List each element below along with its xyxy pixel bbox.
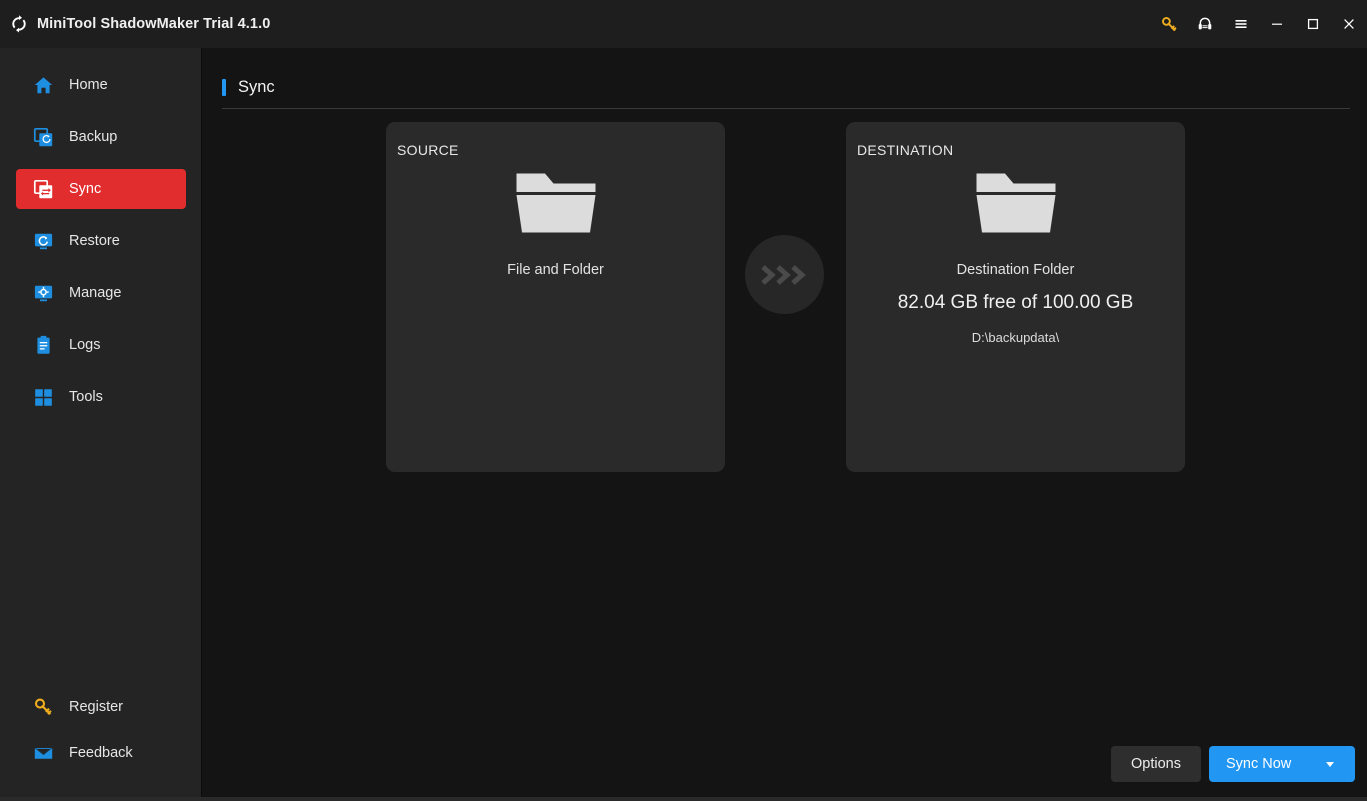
destination-panel[interactable]: DESTINATION Destination Folder 82.04 GB … <box>846 122 1185 472</box>
source-panel-heading: SOURCE <box>397 142 459 158</box>
sync-now-button-group: Sync Now <box>1209 746 1355 782</box>
sidebar-nav: Home Backup Sync Restore Manage Logs Too… <box>0 65 202 429</box>
backup-icon <box>32 126 54 148</box>
sync-direction-indicator <box>745 235 824 314</box>
maximize-button[interactable] <box>1295 0 1331 48</box>
sidebar-item-home[interactable]: Home <box>16 65 186 105</box>
app-window: MiniTool ShadowMaker Trial 4.1.0 Home Ba… <box>0 0 1367 801</box>
header-divider <box>222 108 1350 109</box>
sync-now-button[interactable]: Sync Now <box>1209 746 1305 782</box>
menu-button[interactable] <box>1223 0 1259 48</box>
sidebar-item-label: Manage <box>69 285 122 301</box>
page-accent-bar <box>222 79 226 96</box>
destination-panel-heading: DESTINATION <box>857 142 954 158</box>
headset-icon <box>1198 17 1212 30</box>
sync-panels: SOURCE File and Folder DESTINATION Desti… <box>203 122 1367 472</box>
window-title: MiniTool ShadowMaker Trial 4.1.0 <box>37 16 271 32</box>
source-panel-label: File and Folder <box>507 262 604 278</box>
sidebar-bottom-nav: Register Feedback <box>0 687 202 779</box>
destination-capacity-text: 82.04 GB free of 100.00 GB <box>897 292 1134 313</box>
sidebar-item-label: Home <box>69 77 108 93</box>
window-bottom-edge <box>0 797 1367 801</box>
sidebar: Home Backup Sync Restore Manage Logs Too… <box>0 48 202 801</box>
page-header: Sync <box>222 78 275 97</box>
key-icon <box>32 696 54 718</box>
destination-panel-label: Destination Folder <box>956 262 1075 278</box>
minimize-icon <box>1272 23 1282 25</box>
sidebar-item-label: Restore <box>69 233 120 249</box>
sidebar-item-manage[interactable]: Manage <box>16 273 186 313</box>
home-icon <box>32 74 54 96</box>
sidebar-item-logs[interactable]: Logs <box>16 325 186 365</box>
sidebar-item-tools[interactable]: Tools <box>16 377 186 417</box>
logs-icon <box>32 334 54 356</box>
sync-now-dropdown-button[interactable] <box>1305 746 1355 782</box>
footer-actions: Options Sync Now <box>1111 746 1355 782</box>
register-key-button[interactable] <box>1151 0 1187 48</box>
sidebar-item-label: Tools <box>69 389 103 405</box>
folder-icon <box>974 170 1058 236</box>
page-title: Sync <box>238 78 275 96</box>
sidebar-item-label: Logs <box>69 337 101 353</box>
sidebar-item-label: Feedback <box>69 745 133 761</box>
chevron-down-icon <box>1326 761 1334 767</box>
destination-path-text: D:\backupdata\ <box>971 330 1060 345</box>
title-bar[interactable]: MiniTool ShadowMaker Trial 4.1.0 <box>0 0 1367 48</box>
envelope-icon <box>32 742 54 764</box>
maximize-icon <box>1307 18 1319 30</box>
sidebar-item-sync[interactable]: Sync <box>16 169 186 209</box>
restore-icon <box>32 230 54 252</box>
hamburger-menu-icon <box>1235 20 1247 28</box>
sidebar-item-label: Register <box>69 699 123 715</box>
source-panel[interactable]: SOURCE File and Folder <box>386 122 725 472</box>
options-button[interactable]: Options <box>1111 746 1201 782</box>
close-button[interactable] <box>1331 0 1367 48</box>
sync-icon <box>32 178 54 200</box>
destination-panel-body: Destination Folder 82.04 GB free of 100.… <box>846 170 1185 345</box>
app-logo-icon <box>7 12 31 36</box>
close-icon <box>1344 19 1354 29</box>
sidebar-item-label: Backup <box>69 129 118 145</box>
sidebar-item-register[interactable]: Register <box>16 687 186 727</box>
tools-icon <box>32 386 54 408</box>
window-controls <box>1151 0 1367 48</box>
sidebar-item-label: Sync <box>69 181 102 197</box>
folder-icon <box>514 170 598 236</box>
key-icon <box>1162 17 1177 32</box>
triple-chevron-right-icon <box>760 264 806 285</box>
sidebar-item-restore[interactable]: Restore <box>16 221 186 261</box>
manage-icon <box>32 282 54 304</box>
source-panel-body: File and Folder <box>386 170 725 278</box>
support-button[interactable] <box>1187 0 1223 48</box>
minimize-button[interactable] <box>1259 0 1295 48</box>
sidebar-item-feedback[interactable]: Feedback <box>16 733 186 773</box>
sidebar-item-backup[interactable]: Backup <box>16 117 186 157</box>
main-content: Sync SOURCE File and Folder DESTINATION … <box>203 48 1367 801</box>
